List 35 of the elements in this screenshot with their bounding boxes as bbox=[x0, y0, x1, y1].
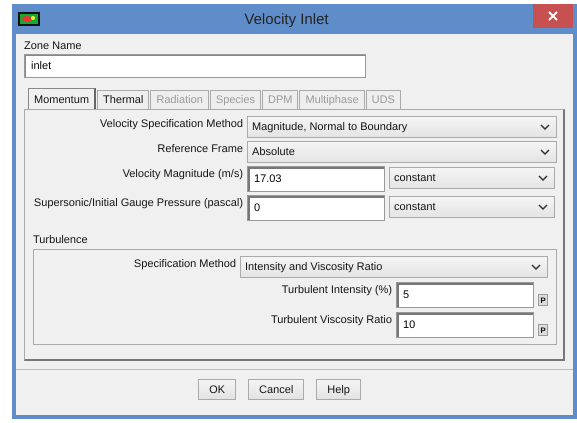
dialog-button[interactable]: Help bbox=[316, 379, 361, 400]
tab[interactable]: Momentum bbox=[28, 88, 96, 109]
parameter-button[interactable]: P bbox=[538, 294, 548, 306]
caret-icon bbox=[540, 124, 550, 130]
dialog-button[interactable]: Cancel bbox=[248, 379, 304, 400]
zone-name-field[interactable]: inlet bbox=[24, 54, 366, 78]
field-label: Reference Frame bbox=[156, 142, 243, 155]
caret-icon bbox=[531, 264, 541, 270]
dropdown[interactable]: Intensity and Viscosity Ratio bbox=[240, 256, 548, 278]
group-label: Turbulence bbox=[33, 234, 89, 246]
caret-icon bbox=[538, 204, 548, 210]
dropdown[interactable]: Magnitude, Normal to Boundary bbox=[247, 116, 557, 138]
input-field[interactable]: 10 bbox=[396, 312, 534, 338]
parameter-button[interactable]: P bbox=[538, 324, 548, 336]
window-title: Velocity Inlet bbox=[243, 10, 330, 28]
field-label: Turbulent Viscosity Ratio bbox=[270, 313, 392, 326]
close-button[interactable] bbox=[533, 4, 573, 28]
dialog-button[interactable]: OK bbox=[198, 379, 236, 400]
dropdown[interactable]: constant bbox=[389, 167, 555, 189]
close-icon bbox=[548, 11, 558, 21]
field-label: Turbulent Intensity (%) bbox=[280, 283, 392, 296]
input-field[interactable]: 17.03 bbox=[247, 166, 385, 192]
tab[interactable]: Thermal bbox=[97, 90, 150, 109]
input-field[interactable]: 0 bbox=[247, 195, 385, 221]
app-icon bbox=[18, 12, 40, 26]
input-field[interactable]: 5 bbox=[396, 282, 534, 308]
caret-icon bbox=[540, 149, 550, 155]
field-label: Velocity Specification Method bbox=[98, 117, 243, 130]
caret-icon bbox=[538, 175, 548, 181]
field-label: Supersonic/Initial Gauge Pressure (pascal) bbox=[33, 196, 243, 209]
field-label: Specification Method bbox=[132, 257, 236, 270]
field-label: Zone Name bbox=[24, 40, 82, 52]
field-label: Velocity Magnitude (m/s) bbox=[122, 167, 243, 180]
dropdown[interactable]: constant bbox=[389, 196, 555, 218]
dropdown[interactable]: Absolute bbox=[247, 141, 557, 163]
